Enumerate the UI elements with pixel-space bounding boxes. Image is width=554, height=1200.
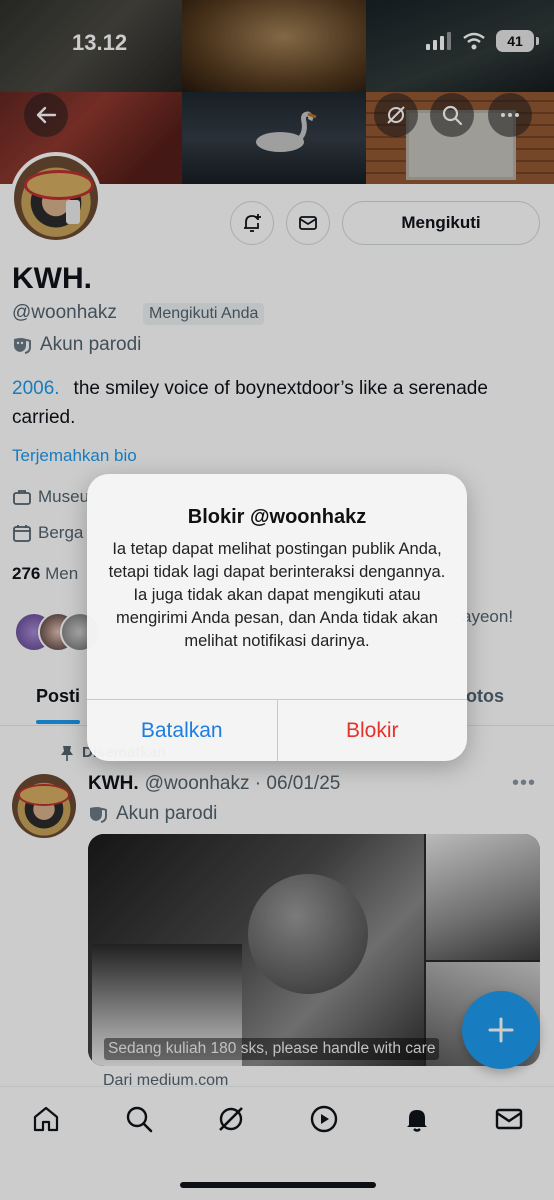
profile-screen: 13.12 41 Mengikuti KWH. @woonhakz Mengik… [0, 0, 554, 1200]
dialog-message: Ia tetap dapat melihat postingan publik … [108, 540, 446, 650]
block-confirm-dialog: Blokir @woonhakz Ia tetap dapat melihat … [87, 474, 467, 761]
dialog-actions: Batalkan Blokir [87, 699, 467, 761]
block-button[interactable]: Blokir [278, 700, 468, 761]
dialog-title: Blokir @woonhakz [187, 506, 367, 528]
cancel-button[interactable]: Batalkan [87, 700, 278, 761]
